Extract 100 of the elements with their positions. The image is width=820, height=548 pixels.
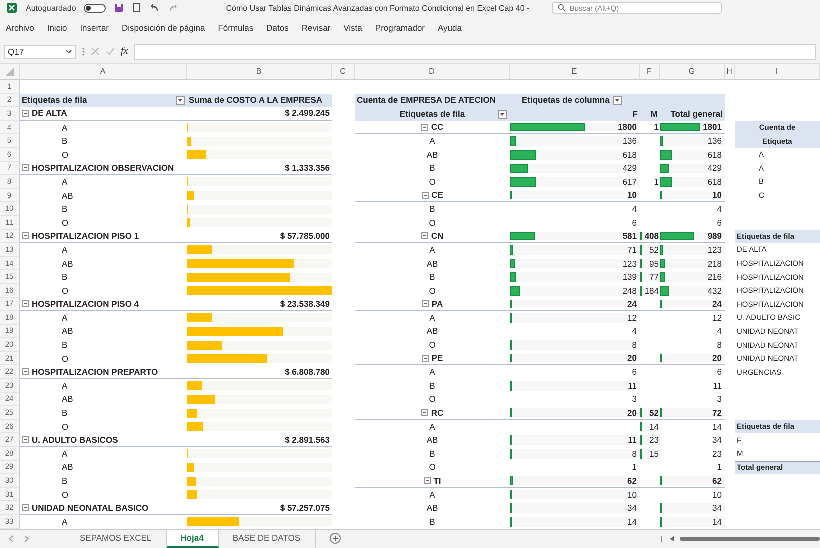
column-header: M [650, 108, 658, 119]
insert-function-button[interactable]: fx [121, 46, 128, 57]
group-label: PE [432, 353, 444, 364]
menu-tab[interactable]: Archivo [6, 23, 34, 33]
collapse-icon[interactable] [422, 354, 429, 362]
name-box[interactable]: Q17 [4, 44, 76, 58]
cell-value: 139 [622, 272, 637, 282]
autosave-label: Autoguardado [26, 4, 76, 12]
group-total: $ 1.333.356 [285, 162, 330, 173]
cell-value: 20 [628, 353, 637, 364]
filter-dropdown-button[interactable] [612, 96, 622, 105]
column-header[interactable]: B [187, 64, 332, 80]
page-icon [132, 3, 142, 13]
row-label: B [430, 163, 436, 174]
row-label: B [430, 448, 436, 459]
column-header[interactable]: E [510, 64, 640, 80]
row-label: O [62, 150, 69, 160]
cell-value: 136 [622, 136, 637, 146]
cell-value: 34 [712, 503, 722, 514]
collapse-icon[interactable] [421, 409, 428, 416]
sheet-tab[interactable]: BASE DE DATOS [218, 530, 316, 548]
collapse-icon[interactable] [22, 232, 29, 240]
row-label: AB [426, 258, 438, 269]
row-label: O [429, 286, 436, 296]
search-icon [558, 4, 566, 12]
row-label: B [430, 380, 436, 391]
collapse-icon[interactable] [421, 232, 428, 240]
collapse-icon[interactable] [22, 164, 29, 172]
collapse-icon[interactable] [424, 477, 431, 484]
cell-value: 6 [632, 218, 637, 228]
cell-value: 1801 [703, 122, 722, 132]
cell-value: 184 [644, 286, 659, 296]
filter-dropdown-button[interactable] [498, 110, 507, 120]
menu-tab[interactable]: Insertar [80, 23, 110, 33]
row-label: B [62, 476, 68, 486]
row-label: A [62, 380, 68, 391]
column-header[interactable]: C [332, 64, 355, 80]
collapse-icon[interactable] [22, 110, 29, 117]
collapse-icon[interactable] [421, 124, 428, 131]
row-label: A [62, 244, 68, 255]
group-total: $ 2.499.245 [285, 108, 330, 118]
group-label: HOSPITALIZACION PREPARTO [32, 366, 158, 377]
column-header[interactable]: G [660, 64, 725, 80]
cell-value: 1 [654, 176, 659, 187]
autosave-toggle[interactable] [84, 4, 106, 12]
add-sheet-button[interactable] [330, 533, 341, 544]
pivot-header: Etiquetas de fila [400, 108, 466, 119]
collapse-icon[interactable] [22, 504, 29, 512]
group-total: $ 6.808.780 [285, 366, 330, 377]
menu-tab[interactable]: Ayuda [438, 23, 462, 33]
cell-value: 8 [717, 340, 722, 350]
menu-tab[interactable]: Vista [344, 23, 362, 33]
row-label: AB [62, 190, 74, 201]
column-header[interactable]: A [20, 64, 187, 80]
cell-value: 581 [622, 230, 637, 241]
cell-value: 71 [628, 244, 637, 255]
column-header[interactable]: I [735, 64, 820, 80]
menu-tab[interactable]: Fórmulas [218, 23, 254, 33]
menu-tab[interactable]: Inicio [47, 23, 68, 33]
cell-value: 8 [632, 448, 637, 459]
cell-value: 408 [644, 230, 659, 241]
cell-value: 14 [650, 422, 659, 432]
sheet-tab[interactable]: Hoja4 [166, 530, 219, 548]
caret-icon [66, 50, 72, 54]
column-header[interactable]: D [355, 64, 510, 80]
cell-value: 24 [712, 298, 722, 309]
row-label: B [430, 272, 436, 282]
cell-value: 1 [654, 122, 659, 132]
check-icon [106, 47, 115, 56]
cell-value: 6 [717, 218, 722, 228]
column-header[interactable]: H [725, 64, 735, 80]
cell-value: 618 [708, 176, 722, 187]
plus-icon [332, 536, 338, 542]
row-label: AB [62, 394, 74, 404]
row-label: AB [62, 462, 74, 472]
cell-value: 15 [650, 448, 659, 459]
row-label: A [62, 312, 68, 323]
row-label: B [62, 408, 68, 418]
cell-value: 218 [708, 258, 722, 269]
menu-tab[interactable]: Revisar [302, 23, 331, 33]
cell-value: 11 [628, 380, 637, 391]
cell-value: 248 [622, 286, 637, 296]
collapse-icon[interactable] [422, 192, 429, 199]
menu-tab[interactable]: Datos [266, 23, 289, 33]
formula-input[interactable] [134, 44, 816, 60]
collapse-icon[interactable] [22, 368, 29, 376]
collapse-icon[interactable] [22, 300, 29, 308]
row-label: B [62, 136, 68, 146]
collapse-icon[interactable] [22, 436, 29, 444]
group-label: CN [431, 230, 444, 241]
pivot-header: Cuenta de EMPRESA DE ATECION [357, 95, 496, 106]
filter-dropdown-button[interactable] [176, 96, 185, 105]
row-label: B [430, 204, 436, 214]
menu-tab[interactable]: Programador [375, 23, 426, 33]
cell-value: 1 [632, 462, 637, 472]
column-header[interactable]: F [640, 64, 660, 80]
group-label: DE ALTA [32, 108, 68, 118]
column-header: F [632, 108, 638, 119]
menu-tab[interactable]: Disposición de página [122, 23, 206, 33]
collapse-icon[interactable] [422, 300, 429, 308]
